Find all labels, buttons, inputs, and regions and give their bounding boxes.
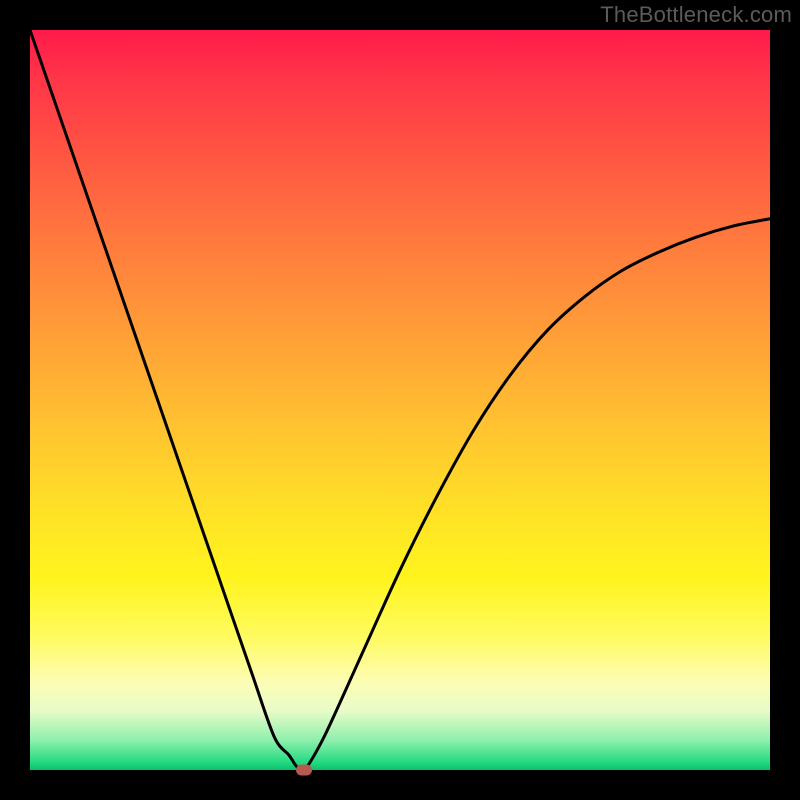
chart-curve-svg <box>30 30 770 770</box>
bottleneck-curve-path <box>30 30 770 770</box>
watermark-text: TheBottleneck.com <box>600 2 792 28</box>
bottleneck-marker <box>296 765 312 776</box>
chart-plot-area <box>30 30 770 770</box>
